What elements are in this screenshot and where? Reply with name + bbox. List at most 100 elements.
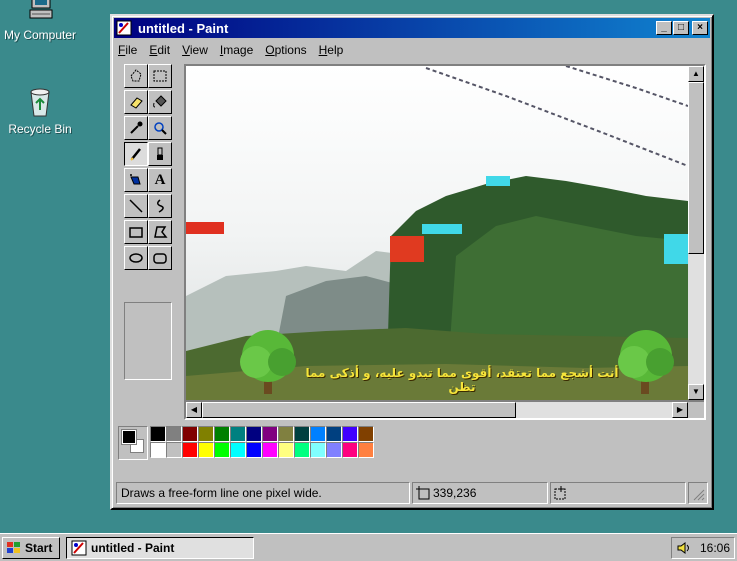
tool-free-form-select[interactable] [124,64,148,88]
resize-grip-icon [693,489,705,501]
status-help-text: Draws a free-form line one pixel wide. [116,482,410,504]
tool-airbrush[interactable] [124,168,148,192]
start-button[interactable]: Start [2,537,60,559]
vertical-scroll-thumb[interactable] [688,82,704,254]
selection-size-icon [554,486,566,500]
color-swatch[interactable] [198,426,214,442]
rect-select-icon [153,70,167,82]
desktop-icon-recycle-bin[interactable]: Recycle Bin [0,86,80,136]
menu-image[interactable]: Image [220,43,253,57]
status-coordinates: 339,236 [412,482,548,504]
horizontal-scroll-thumb[interactable] [202,402,516,418]
color-swatch[interactable] [326,426,342,442]
color-swatch[interactable] [326,442,342,458]
menu-view[interactable]: View [182,43,208,57]
tool-rounded-rectangle[interactable] [148,246,172,270]
tool-polygon[interactable] [148,220,172,244]
rounded-rect-icon [153,253,167,264]
coordinates-value: 339,236 [433,486,477,500]
foreground-color [121,429,137,445]
color-swatch[interactable] [278,426,294,442]
menu-options[interactable]: Options [265,43,306,57]
clock[interactable]: 16:06 [700,541,730,555]
vertical-scrollbar[interactable]: ▲ ▼ [688,66,704,400]
color-swatch[interactable] [262,426,278,442]
recycle-bin-icon [24,86,56,118]
color-swatch[interactable] [358,442,374,458]
color-swatch[interactable] [150,426,166,442]
tool-pick-color[interactable] [124,116,148,140]
toolbox: A [120,64,176,404]
magnifier-icon [154,122,167,135]
color-swatch[interactable] [214,426,230,442]
tool-curve[interactable] [148,194,172,218]
tool-magnifier[interactable] [148,116,172,140]
taskbar-button-paint[interactable]: untitled - Paint [66,537,254,559]
color-swatch[interactable] [166,426,182,442]
tool-select[interactable] [148,64,172,88]
tool-options-box[interactable] [124,302,172,380]
color-swatch[interactable] [214,442,230,458]
status-bar: Draws a free-form line one pixel wide. 3… [116,482,708,504]
tool-fill[interactable] [148,90,172,114]
volume-icon[interactable] [676,541,692,555]
color-swatch[interactable] [278,442,294,458]
color-swatch[interactable] [182,426,198,442]
scroll-right-button[interactable]: ▶ [672,402,688,418]
eyedropper-icon [130,121,143,134]
color-swatch[interactable] [294,426,310,442]
color-swatch[interactable] [166,442,182,458]
resize-grip[interactable] [688,482,708,504]
ellipse-icon [129,253,143,263]
taskbar-button-label: untitled - Paint [91,541,175,555]
menu-file[interactable]: File [118,43,137,57]
tool-eraser[interactable] [124,90,148,114]
color-swatch[interactable] [342,426,358,442]
minimize-button[interactable]: _ [656,21,672,35]
tool-line[interactable] [124,194,148,218]
color-swatch[interactable] [342,442,358,458]
close-button[interactable]: × [692,21,708,35]
scroll-up-button[interactable]: ▲ [688,66,704,82]
canvas-area: أنت أشجع مما تعتقد، أقوى مما تبدو عليه، … [184,64,706,420]
color-swatch[interactable] [310,426,326,442]
paint-app-icon [71,540,87,556]
color-swatch[interactable] [246,426,262,442]
tool-rectangle[interactable] [124,220,148,244]
start-label: Start [25,541,53,555]
current-colors[interactable] [118,426,148,460]
menu-bar: File Edit View Image Options Help [112,40,712,59]
brush-icon [157,147,163,160]
color-swatch[interactable] [246,442,262,458]
desktop-icon-my-computer[interactable]: My Computer [0,0,80,42]
title-bar[interactable]: untitled - Paint _ □ × [114,18,710,38]
cursor-position-icon [416,486,430,500]
color-swatch[interactable] [198,442,214,458]
tool-text[interactable]: A [148,168,172,192]
scroll-corner [688,402,704,418]
color-swatch[interactable] [150,442,166,458]
color-swatch[interactable] [230,442,246,458]
tool-ellipse[interactable] [124,246,148,270]
text-icon: A [154,171,166,188]
airbrush-icon [130,174,141,185]
taskbar: Start untitled - Paint 16:06 [0,533,737,561]
color-swatch[interactable] [262,442,278,458]
color-swatch[interactable] [230,426,246,442]
menu-edit[interactable]: Edit [149,43,170,57]
scroll-down-button[interactable]: ▼ [688,384,704,400]
color-swatch[interactable] [358,426,374,442]
color-swatch[interactable] [294,442,310,458]
scroll-left-button[interactable]: ◀ [186,402,202,418]
desktop-icon-label: My Computer [3,28,77,42]
maximize-button[interactable]: □ [673,21,689,35]
computer-icon [24,0,56,24]
canvas-caption-text: أنت أشجع مما تعتقد، أقوى مما تبدو عليه، … [305,366,619,394]
drawing-canvas[interactable]: أنت أشجع مما تعتقد، أقوى مما تبدو عليه، … [186,66,688,400]
horizontal-scrollbar[interactable]: ◀ ▶ [186,402,688,418]
tool-brush[interactable] [148,142,172,166]
color-swatch[interactable] [182,442,198,458]
color-swatch[interactable] [310,442,326,458]
tool-pencil[interactable] [124,142,148,166]
menu-help[interactable]: Help [319,43,344,57]
